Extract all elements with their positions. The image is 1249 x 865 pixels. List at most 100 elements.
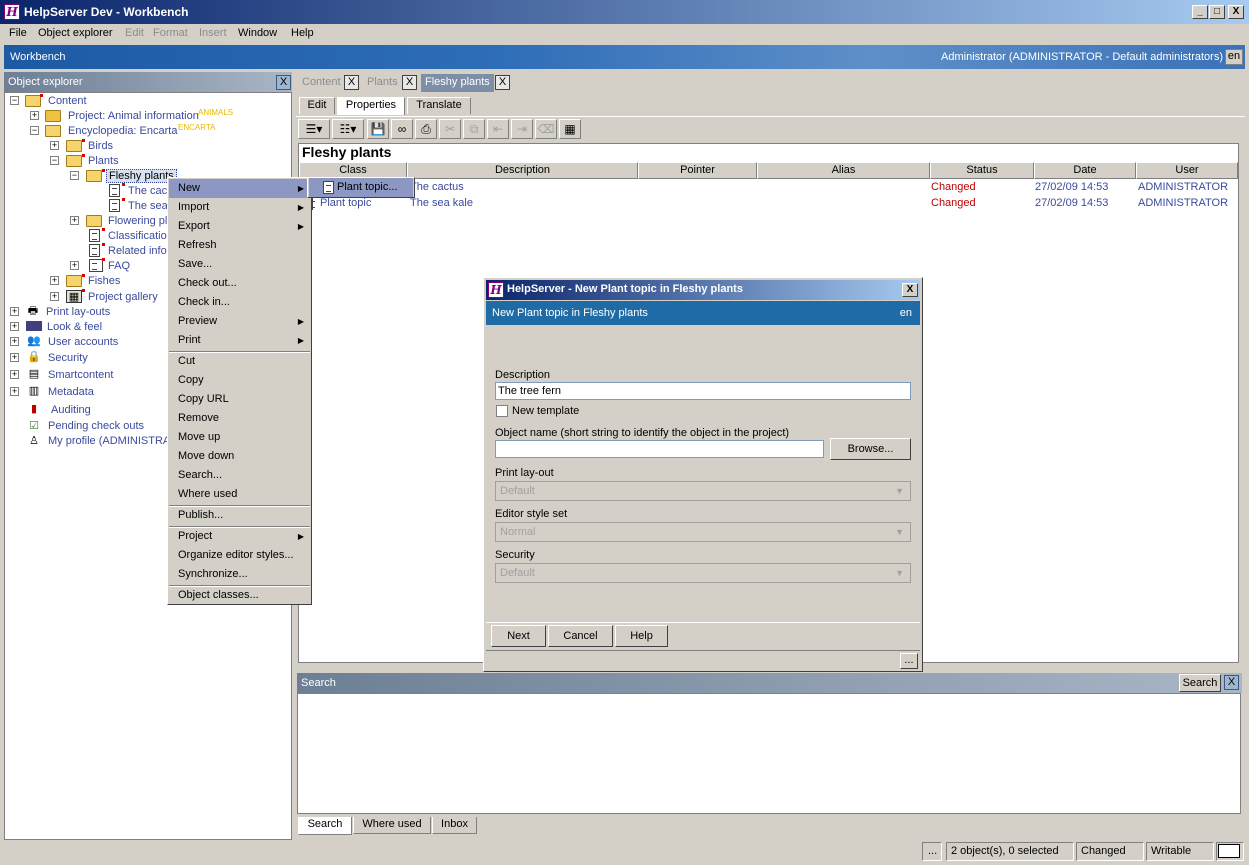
menu-item-preview[interactable]: Preview ▶	[169, 312, 310, 331]
tree-collapse-icon[interactable]: −	[10, 96, 19, 105]
tree-item-smartcontent[interactable]: Smartcontent	[48, 369, 113, 381]
tree-item-user-accounts[interactable]: User accounts	[48, 336, 118, 348]
close-tab-icon[interactable]: X	[402, 75, 417, 90]
menu-item-checkout[interactable]: Check out...	[169, 274, 310, 293]
tree-expand-icon[interactable]: +	[50, 141, 59, 150]
new-template-checkbox[interactable]	[496, 405, 508, 417]
tree-collapse-icon[interactable]: −	[50, 156, 59, 165]
tree-item-print-layouts[interactable]: Print lay-outs	[46, 306, 110, 318]
tree-item-sea-kale[interactable]: The sea	[128, 200, 168, 212]
menu-item-move-up[interactable]: Move up	[169, 428, 310, 447]
tree-item-security[interactable]: Security	[48, 352, 88, 364]
tree-collapse-icon[interactable]: −	[30, 126, 39, 135]
tree-item-pending[interactable]: Pending check outs	[48, 420, 144, 432]
description-input[interactable]: The tree fern	[495, 382, 911, 400]
tree-collapse-icon[interactable]: −	[70, 171, 79, 180]
object-name-input[interactable]	[495, 440, 824, 458]
menu-insert[interactable]: Insert	[199, 27, 227, 39]
menu-file[interactable]: File	[9, 27, 27, 39]
tree-item-flowering[interactable]: Flowering pl	[108, 215, 167, 227]
menu-item-plant-topic[interactable]: Plant topic...	[309, 178, 413, 197]
menu-object-explorer[interactable]: Object explorer	[38, 27, 113, 39]
menu-help[interactable]: Help	[291, 27, 314, 39]
menu-item-import[interactable]: Import ▶	[169, 198, 310, 217]
column-header-pointer[interactable]: Pointer	[638, 162, 757, 179]
help-button[interactable]: Help	[615, 625, 668, 647]
tab-inbox[interactable]: Inbox	[432, 817, 477, 834]
table-view-icon[interactable]: ▦	[559, 119, 581, 139]
tree-item-cactus[interactable]: The cac	[128, 185, 167, 197]
menu-edit[interactable]: Edit	[125, 27, 144, 39]
column-header-date[interactable]: Date	[1034, 162, 1136, 179]
column-header-status[interactable]: Status	[930, 162, 1034, 179]
dialog-language[interactable]: en	[900, 307, 912, 319]
preview-glasses-icon[interactable]: ∞	[391, 119, 413, 139]
dialog-titlebar[interactable]: H HelpServer - New Plant topic in Fleshy…	[486, 280, 920, 300]
tree-expand-icon[interactable]: +	[10, 307, 19, 316]
cut-icon[interactable]: ✂	[439, 119, 461, 139]
tree-item-gallery[interactable]: Project gallery	[88, 291, 158, 303]
next-button[interactable]: Next	[491, 625, 546, 647]
tree-item-fishes[interactable]: Fishes	[88, 275, 120, 287]
tree-expand-icon[interactable]: +	[70, 261, 79, 270]
tree-item-related[interactable]: Related infor	[108, 245, 170, 257]
column-header-user[interactable]: User	[1136, 162, 1238, 179]
tree-item-project-animal[interactable]: Project: Animal information	[68, 110, 199, 122]
tree-item-auditing[interactable]: Auditing	[51, 404, 91, 416]
menu-item-print[interactable]: Print ▶	[169, 331, 310, 350]
tab-where-used[interactable]: Where used	[353, 817, 431, 834]
menu-item-copy-url[interactable]: Copy URL	[169, 390, 310, 409]
tree-expand-icon[interactable]: +	[70, 216, 79, 225]
tree-item-look-feel[interactable]: Look & feel	[47, 321, 102, 333]
copy-icon[interactable]: ⧉	[463, 119, 485, 139]
print-layout-select[interactable]: Default ▼	[495, 481, 911, 501]
tab-plants[interactable]: Plants	[363, 74, 402, 92]
menu-item-checkin[interactable]: Check in...	[169, 293, 310, 312]
status-more-button[interactable]: ...	[922, 842, 942, 861]
close-explorer-icon[interactable]: X	[276, 75, 291, 90]
menu-item-save[interactable]: Save...	[169, 255, 310, 274]
tree-expand-icon[interactable]: +	[50, 292, 59, 301]
menu-item-new[interactable]: New ▶	[169, 179, 310, 198]
tree-item-metadata[interactable]: Metadata	[48, 386, 94, 398]
tree-item-classification[interactable]: Classificatio	[108, 230, 167, 242]
window-titlebar[interactable]: H HelpServer Dev - Workbench _ □ X	[0, 0, 1249, 24]
tree-expand-icon[interactable]: +	[10, 337, 19, 346]
cancel-button[interactable]: Cancel	[548, 625, 613, 647]
close-dialog-button[interactable]: X	[902, 283, 918, 297]
close-window-button[interactable]: X	[1228, 5, 1244, 19]
tree-expand-icon[interactable]: +	[10, 370, 19, 379]
tree-item-faq[interactable]: FAQ	[108, 260, 130, 272]
tab-content[interactable]: Content	[298, 74, 345, 92]
menu-item-cut[interactable]: Cut	[169, 352, 310, 371]
dialog-more-button[interactable]: ...	[900, 653, 918, 669]
menu-item-remove[interactable]: Remove	[169, 409, 310, 428]
tree-expand-icon[interactable]: +	[10, 353, 19, 362]
tab-translate[interactable]: Translate	[407, 97, 471, 114]
list-view-dropdown-icon[interactable]: ☷▾	[332, 119, 364, 139]
tab-search[interactable]: Search	[298, 817, 352, 835]
menu-window[interactable]: Window	[238, 27, 277, 39]
tree-expand-icon[interactable]: +	[30, 111, 39, 120]
security-select[interactable]: Default ▼	[495, 563, 911, 583]
new-object-dropdown-icon[interactable]: ☰▾	[298, 119, 330, 139]
maximize-button[interactable]: □	[1209, 5, 1225, 19]
tab-edit[interactable]: Edit	[299, 97, 335, 114]
menu-item-synchronize[interactable]: Synchronize...	[169, 565, 310, 584]
menu-item-copy[interactable]: Copy	[169, 371, 310, 390]
menu-item-where-used[interactable]: Where used	[169, 485, 310, 504]
tree-item-content[interactable]: Content	[48, 95, 87, 107]
tree-item-birds[interactable]: Birds	[88, 140, 113, 152]
menu-item-move-down[interactable]: Move down	[169, 447, 310, 466]
close-tab-icon[interactable]: X	[495, 75, 510, 90]
menu-item-project[interactable]: Project ▶	[169, 527, 310, 546]
menu-item-object-classes[interactable]: Object classes...	[169, 586, 310, 605]
menu-item-refresh[interactable]: Refresh	[169, 236, 310, 255]
indent-icon[interactable]: ⇥	[511, 119, 533, 139]
minimize-button[interactable]: _	[1192, 5, 1208, 19]
language-selector[interactable]: en	[1225, 49, 1243, 65]
table-row[interactable]: Plant topic The cactus Changed 27/02/09 …	[299, 180, 1238, 196]
save-icon[interactable]: 💾	[367, 119, 389, 139]
tab-properties[interactable]: Properties	[337, 97, 405, 115]
tree-item-profile[interactable]: My profile (ADMINISTRAT	[48, 435, 176, 447]
